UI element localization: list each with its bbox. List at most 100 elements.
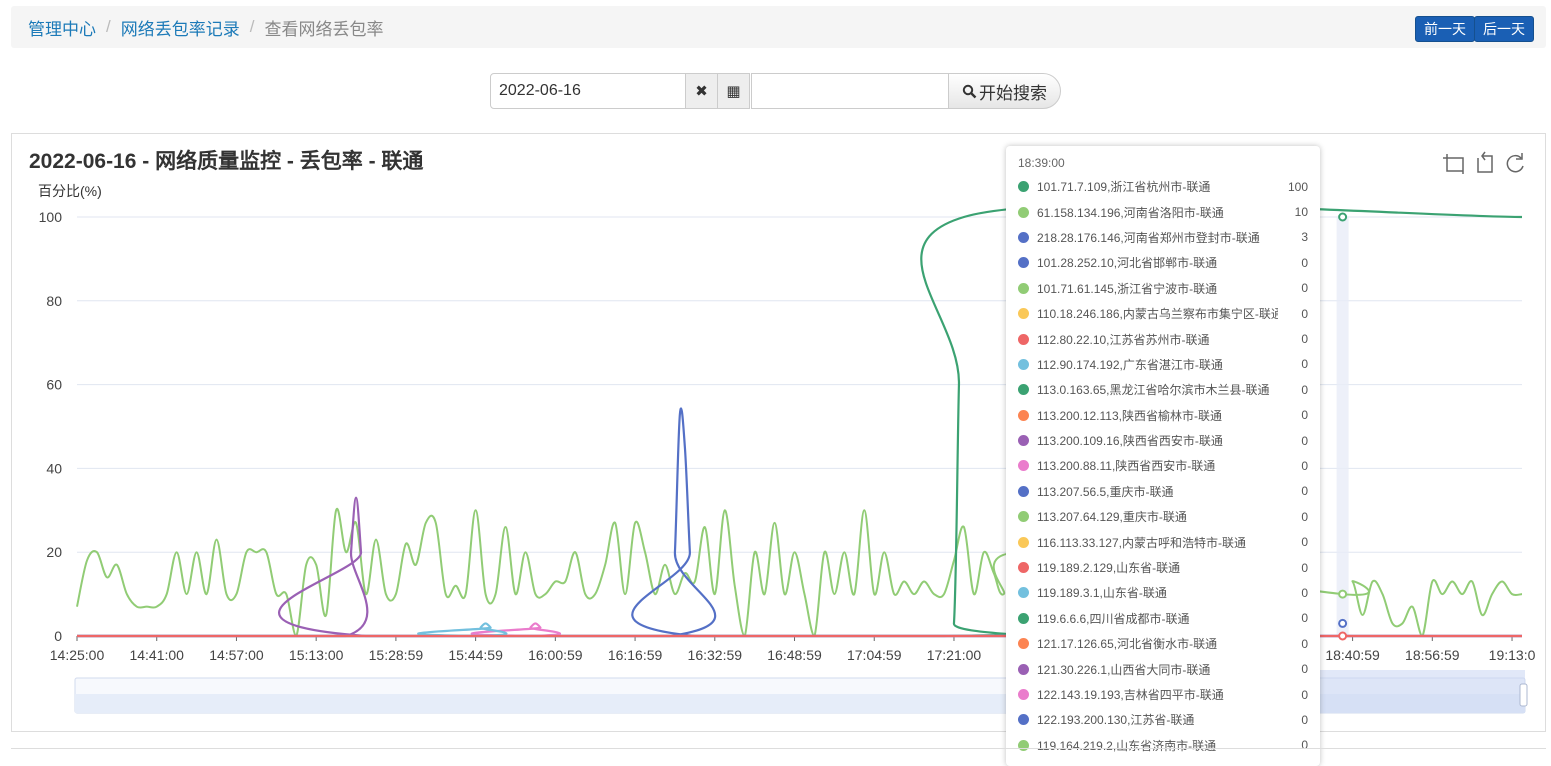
tooltip-series-value: 0 <box>1301 433 1308 448</box>
tooltip-series-value: 0 <box>1301 687 1308 702</box>
tooltip-row: 122.193.200.130,江苏省-联通 0 <box>1018 707 1308 732</box>
tooltip-row: 113.207.64.129,重庆市-联通 0 <box>1018 504 1308 529</box>
x-tick-label: 16:32:59 <box>688 647 743 663</box>
search-button-label: 开始搜索 <box>979 83 1047 103</box>
x-tick-label: 17:21:00 <box>927 647 982 663</box>
tooltip-series-name: 110.18.246.186,内蒙古乌兰察布市集宁区-联通 <box>1037 307 1278 322</box>
tooltip-series-value: 0 <box>1301 611 1308 626</box>
legend-dot-icon <box>1018 231 1029 243</box>
legend-dot-icon <box>1018 358 1029 370</box>
tooltip-row: 113.200.88.11,陕西省西安市-联通 0 <box>1018 453 1308 478</box>
legend-dot-icon <box>1018 181 1029 193</box>
legend-dot-icon <box>1018 536 1029 548</box>
tooltip-series-name: 101.28.252.10,河北省邯郸市-联通 <box>1037 256 1218 271</box>
tooltip-series-name: 101.71.61.145,浙江省宁波市-联通 <box>1037 281 1218 296</box>
zoom-reset-icon[interactable] <box>1477 151 1493 173</box>
legend-dot-icon <box>1018 714 1029 726</box>
tooltip-series-value: 10 <box>1294 205 1308 220</box>
x-tick-label: 15:28:59 <box>369 647 424 663</box>
divider <box>11 748 1546 749</box>
tooltip-series-name: 113.0.163.65,黑龙江省哈尔滨市木兰县-联通 <box>1037 383 1270 398</box>
tooltip-row: 119.6.6.6,四川省成都市-联通 0 <box>1018 606 1308 631</box>
breadcrumb-separator: / <box>249 17 255 36</box>
tooltip-row: 218.28.176.146,河南省郑州市登封市-联通 3 <box>1018 225 1308 250</box>
legend-dot-icon <box>1018 435 1029 447</box>
tooltip-series-name: 119.189.3.1,山东省-联通 <box>1037 586 1167 601</box>
hover-point <box>1338 631 1348 641</box>
tooltip-row: 119.189.3.1,山东省-联通 0 <box>1018 580 1308 605</box>
x-tick-label: 19:13:0 <box>1489 647 1536 663</box>
tooltip-series-name: 112.90.174.192,广东省湛江市-联通 <box>1037 357 1223 372</box>
tooltip-row: 61.158.134.196,河南省洛阳市-联通 10 <box>1018 199 1308 224</box>
tooltip-series-name: 113.200.109.16,陕西省西安市-联通 <box>1037 434 1223 449</box>
tooltip-series-value: 0 <box>1301 712 1308 727</box>
legend-dot-icon <box>1018 663 1029 675</box>
legend-dot-icon <box>1018 257 1029 269</box>
x-tick-label: 15:13:00 <box>289 647 344 663</box>
tooltip-row: 119.164.219.2,山东省济南市-联通 0 <box>1018 733 1308 758</box>
breadcrumb: 管理中心 / 网络丢包率记录 / 查看网络丢包率 <box>11 6 1546 48</box>
tooltip-series-name: 101.71.7.109,浙江省杭州市-联通 <box>1037 180 1211 195</box>
hover-point <box>1338 618 1348 628</box>
calendar-button[interactable]: ▦ <box>718 73 750 109</box>
tooltip-series-value: 0 <box>1301 458 1308 473</box>
tooltip-series-value: 0 <box>1301 357 1308 372</box>
tooltip-series-value: 0 <box>1301 255 1308 270</box>
tooltip-series-value: 0 <box>1301 281 1308 296</box>
tooltip-series-name: 122.143.19.193,吉林省四平市-联通 <box>1037 688 1224 702</box>
breadcrumb-records-link[interactable]: 网络丢包率记录 <box>121 15 240 40</box>
legend-dot-icon <box>1018 511 1029 523</box>
search-button[interactable]: 开始搜索 <box>948 73 1061 109</box>
restore-icon[interactable] <box>1506 153 1524 173</box>
search-icon <box>962 84 977 98</box>
search-form: ✖ ▦ 开始搜索 <box>490 73 1061 109</box>
keyword-input[interactable] <box>751 73 948 109</box>
tooltip-series-name: 116.113.33.127,内蒙古呼和浩特市-联通 <box>1037 535 1246 550</box>
tooltip-series-value: 0 <box>1301 535 1308 550</box>
tooltip-series-name: 121.17.126.65,河北省衡水市-联通 <box>1037 637 1218 652</box>
tooltip-series-name: 119.164.219.2,山东省济南市-联通 <box>1037 738 1217 753</box>
tooltip-row: 110.18.246.186,内蒙古乌兰察布市集宁区-联通 0 <box>1018 301 1308 326</box>
y-tick-label: 100 <box>39 209 63 225</box>
legend-dot-icon <box>1018 689 1029 700</box>
x-tick-label: 14:41:00 <box>129 647 184 663</box>
tooltip-series-value: 0 <box>1301 509 1308 524</box>
y-tick-label: 80 <box>46 293 62 309</box>
date-input[interactable] <box>490 73 686 109</box>
tooltip-row: 112.80.22.10,江苏省苏州市-联通 0 <box>1018 326 1308 351</box>
close-icon: ✖ <box>695 83 708 100</box>
tooltip-row: 121.17.126.65,河北省衡水市-联通 0 <box>1018 631 1308 656</box>
tooltip-row: 113.207.56.5,重庆市-联通 0 <box>1018 479 1308 504</box>
datazoom-handle <box>1519 683 1528 707</box>
tooltip-series-name: 121.30.226.1,山西省大同市-联通 <box>1037 662 1211 677</box>
zoom-icon-shape <box>1443 154 1464 174</box>
legend-dot-icon <box>1018 562 1029 574</box>
legend-dot-icon <box>1018 333 1029 345</box>
zoom-icon[interactable] <box>1443 154 1464 174</box>
legend-dot-icon <box>1018 739 1029 751</box>
hover-band <box>1336 217 1349 636</box>
legend-dot-icon <box>1018 409 1029 421</box>
x-tick-label: 18:56:59 <box>1405 647 1460 663</box>
tooltip-series-value: 0 <box>1301 382 1308 397</box>
tooltip-row: 101.28.252.10,河北省邯郸市-联通 0 <box>1018 250 1308 275</box>
tooltip-series-value: 0 <box>1301 662 1308 677</box>
x-tick-label: 17:04:59 <box>847 647 902 663</box>
prev-day-button[interactable]: 前一天 <box>1415 16 1475 42</box>
tooltip-time: 18:39:00 <box>1018 156 1065 170</box>
tooltip-series-name: 113.200.88.11,陕西省西安市-联通 <box>1037 459 1216 474</box>
tooltip-series-value: 100 <box>1287 179 1308 194</box>
legend-dot-icon <box>1018 308 1029 320</box>
tooltip-row: 101.71.7.109,浙江省杭州市-联通 100 <box>1018 174 1308 199</box>
x-tick-label: 18:40:59 <box>1325 647 1380 663</box>
tooltip-row: 113.0.163.65,黑龙江省哈尔滨市木兰县-联通 0 <box>1018 377 1308 402</box>
y-axis-label: 百分比(%) <box>38 183 102 199</box>
tooltip-series-name: 112.80.22.10,江苏省苏州市-联通 <box>1037 332 1210 347</box>
tooltip-series-name: 61.158.134.196,河南省洛阳市-联通 <box>1037 205 1224 220</box>
chart-tooltip: 18:39:00 101.71.7.109,浙江省杭州市-联通 100 61.158… <box>1006 146 1320 766</box>
next-day-button[interactable]: 后一天 <box>1474 16 1534 42</box>
breadcrumb-home-link[interactable]: 管理中心 <box>28 15 96 40</box>
tooltip-series-name: 119.189.2.129,山东省-联通 <box>1037 561 1181 576</box>
legend-dot-icon <box>1018 638 1029 650</box>
clear-date-button[interactable]: ✖ <box>686 73 718 109</box>
